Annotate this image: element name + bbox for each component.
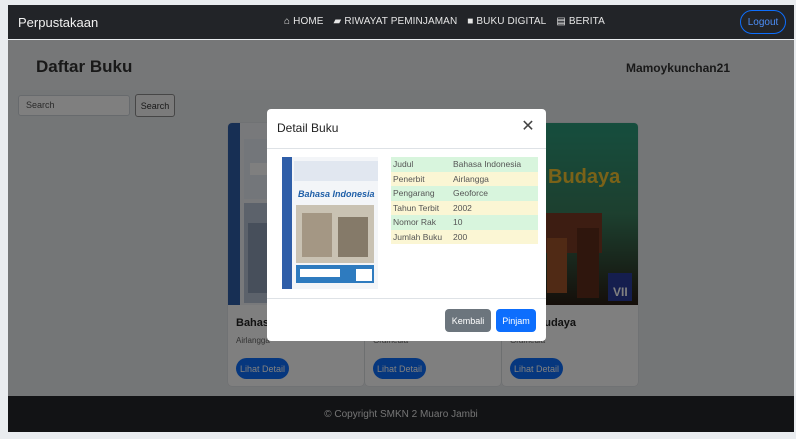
detail-key: Pengarang [393, 188, 435, 198]
book-detail-modal: Detail Buku ✕ Bahasa Indonesia Judul Bah… [267, 109, 546, 341]
borrow-button[interactable]: Pinjam [496, 309, 536, 332]
modal-title: Detail Buku [277, 121, 339, 135]
detail-value: 2002 [453, 202, 472, 213]
cover-title-text: Bahasa Indonesia [298, 189, 375, 199]
book-icon: ■ [467, 16, 474, 27]
nav-home-label: HOME [293, 16, 324, 27]
modal-header: Detail Buku ✕ [267, 109, 546, 149]
nav-berita-label: BERITA [568, 16, 605, 27]
home-icon: ⌂ [284, 16, 291, 27]
back-button[interactable]: Kembali [445, 309, 491, 332]
detail-key: Judul [393, 159, 414, 169]
book-open-icon: ▰ [333, 16, 342, 27]
detail-key: Jumlah Buku [393, 231, 443, 242]
navbar: Perpustakaan ⌂ HOME ▰ RIWAYAT PEMINJAMAN… [8, 5, 794, 39]
detail-value: 200 [453, 231, 468, 242]
logout-button[interactable]: Logout [740, 10, 786, 34]
detail-value: 10 [453, 217, 463, 227]
detail-row: Jumlah Buku 200 [391, 229, 538, 244]
detail-value: Geoforce [453, 188, 488, 198]
book-cover-image: Bahasa Indonesia [282, 157, 378, 289]
detail-row: Nomor Rak 10 [391, 215, 538, 230]
close-icon[interactable]: ✕ [519, 118, 537, 136]
main-nav: ⌂ HOME ▰ RIWAYAT PEMINJAMAN ■ BUKU DIGIT… [284, 16, 605, 27]
detail-key: Penerbit [393, 173, 425, 184]
nav-home[interactable]: ⌂ HOME [284, 16, 324, 27]
detail-value: Bahasa Indonesia [453, 159, 522, 169]
detail-row: Pengarang Geoforce [391, 186, 538, 201]
modal-footer: Kembali Pinjam [267, 298, 546, 341]
nav-riwayat-label: RIWAYAT PEMINJAMAN [344, 16, 458, 27]
nav-berita[interactable]: ▤ BERITA [556, 16, 605, 27]
detail-key: Nomor Rak [393, 217, 436, 227]
detail-row: Judul Bahasa Indonesia [391, 157, 538, 172]
detail-row: Penerbit Airlangga [391, 171, 538, 186]
nav-buku-digital-label: BUKU DIGITAL [476, 16, 547, 27]
detail-row: Tahun Terbit 2002 [391, 200, 538, 215]
detail-value: Airlangga [453, 173, 489, 184]
brand-link[interactable]: Perpustakaan [18, 15, 98, 30]
nav-buku-digital[interactable]: ■ BUKU DIGITAL [467, 16, 546, 27]
nav-riwayat-peminjaman[interactable]: ▰ RIWAYAT PEMINJAMAN [334, 16, 458, 27]
detail-key: Tahun Terbit [393, 202, 440, 213]
newspaper-icon: ▤ [556, 16, 566, 27]
book-detail-table: Judul Bahasa Indonesia Penerbit Airlangg… [391, 157, 538, 244]
